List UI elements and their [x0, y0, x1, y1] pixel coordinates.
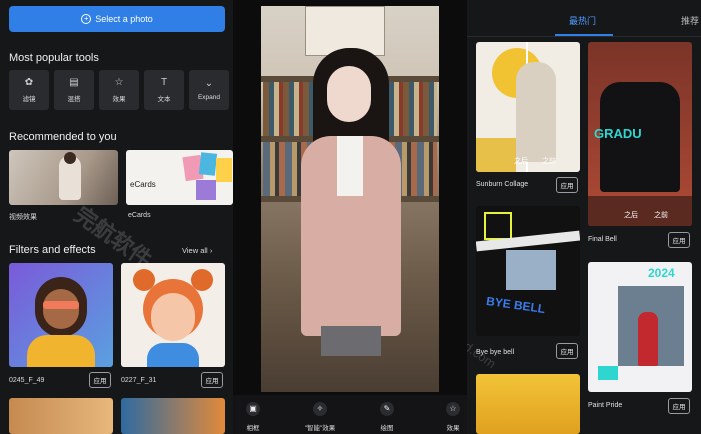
shirt [147, 343, 199, 367]
tab-most-popular[interactable]: 最热门 [569, 14, 596, 27]
ecards-thumb[interactable]: eCards [126, 150, 233, 205]
tab-frames[interactable]: ▣ 相框 [233, 402, 275, 432]
cap-graphic [598, 366, 618, 380]
tool-label: 混搭 [67, 95, 81, 103]
filter-thumb[interactable] [9, 398, 113, 434]
filter-name: 0227_F_31 [121, 377, 157, 384]
tab-recommended[interactable]: 推荐 [681, 14, 699, 27]
template-name: Sunburn Collage [476, 181, 529, 188]
view-all-label: View all [182, 246, 208, 255]
tool-filter[interactable]: ✿ 滤镜 [9, 70, 49, 110]
card-blue [198, 152, 218, 176]
tab-label: 绘图 [380, 425, 394, 432]
face [151, 293, 195, 341]
apply-button[interactable]: 应用 [556, 343, 578, 359]
face [327, 66, 371, 122]
bye-bell-graphic: BYE BELL [485, 293, 547, 317]
before-tag: 之前 [654, 212, 668, 219]
shirt [27, 335, 95, 367]
apply-button[interactable]: 应用 [556, 177, 578, 193]
person-head [64, 152, 76, 164]
tab-smart-effects[interactable]: ✧ "智能"效果 [298, 402, 342, 432]
tool-effects[interactable]: ☆ 效果 [99, 70, 139, 110]
select-photo-button[interactable]: + Select a photo [9, 6, 225, 32]
card-purple [196, 180, 216, 200]
tool-mix[interactable]: ▤ 混搭 [54, 70, 94, 110]
recommended-label: 视频效果 [9, 214, 37, 221]
main-photo [261, 6, 439, 392]
before-tag: 之前 [542, 158, 556, 165]
shirt [337, 136, 363, 196]
tab-effects[interactable]: ☆ 效果 [431, 402, 467, 432]
template-thumb[interactable]: BYE BELL [476, 206, 580, 336]
floor [588, 196, 692, 226]
tool-expand[interactable]: ⌄ Expand [189, 70, 229, 110]
star-icon: ☆ [446, 402, 460, 416]
recommended-label: eCards [128, 212, 151, 219]
person-figure [516, 62, 556, 162]
templates-panel: 最热门 推荐 之后 之前 Sunburn Collage 应用 GRADU 之后… [467, 0, 701, 434]
tools-panel: + Select a photo Most popular tools ✿ 滤镜 … [0, 0, 233, 434]
apply-button[interactable]: 应用 [201, 372, 223, 388]
tool-label: Expand [197, 94, 221, 101]
apply-button[interactable]: 应用 [668, 398, 690, 414]
star-icon: ☆ [114, 76, 124, 88]
template-name: Paint Pride [588, 402, 623, 409]
card-yellow [216, 158, 232, 182]
filter-thumb[interactable] [121, 263, 225, 367]
video-effects-thumb[interactable] [9, 150, 118, 205]
filter-icon: ✿ [24, 76, 34, 88]
view-all-link[interactable]: View all › [182, 246, 212, 255]
recommended-heading: Recommended to you [9, 131, 117, 143]
template-name: Bye bye bell [476, 349, 515, 356]
template-thumb[interactable] [476, 374, 580, 434]
frame-icon: ▣ [246, 402, 260, 416]
tab-label: "智能"效果 [304, 425, 336, 432]
after-tag: 之后 [624, 212, 638, 219]
grad-text-graphic: GRADU [594, 126, 642, 141]
ecards-card-text: eCards [130, 180, 156, 189]
sparkle-icon: ✧ [313, 402, 327, 416]
tool-text[interactable]: T 文本 [144, 70, 184, 110]
brush-icon: ✎ [380, 402, 394, 416]
sunglasses [43, 301, 79, 309]
chevron-down-icon: ⌄ [204, 78, 214, 89]
popular-tools-row: ✿ 滤镜 ▤ 混搭 ☆ 效果 T 文本 ⌄ Expand [9, 70, 229, 110]
layers-icon: ▤ [69, 76, 79, 88]
divider [467, 36, 701, 37]
red-dress [638, 312, 658, 366]
tab-label: 相框 [246, 425, 260, 432]
filter-thumb[interactable] [121, 398, 225, 434]
template-name: Final Bell [588, 236, 617, 243]
filter-thumb[interactable] [9, 263, 113, 367]
plus-icon: + [81, 14, 92, 24]
popular-tools-heading: Most popular tools [9, 52, 99, 64]
photo [506, 250, 556, 290]
template-thumb[interactable]: 2024 [588, 262, 692, 392]
template-thumb[interactable]: GRADU 之后 之前 [588, 42, 692, 226]
face [43, 289, 79, 329]
tool-label: 文本 [157, 95, 171, 103]
neon-cap [484, 212, 512, 240]
filter-name: 0245_F_49 [9, 377, 45, 384]
chevron-right-icon: › [209, 246, 213, 255]
template-thumb[interactable]: 之后 之前 [476, 42, 580, 172]
skirt [321, 326, 381, 356]
filters-heading: Filters and effects [9, 244, 96, 256]
photo-canvas: ▣ 相框 ✧ "智能"效果 ✎ 绘图 ☆ 效果 [233, 0, 467, 434]
tool-label: 滤镜 [22, 95, 36, 103]
year-graphic: 2024 [648, 266, 675, 280]
flowers [476, 138, 516, 172]
tab-drawing[interactable]: ✎ 绘图 [365, 402, 409, 432]
text-icon: T [160, 76, 168, 88]
after-tag: 之后 [514, 158, 528, 165]
tool-label: 效果 [112, 95, 126, 103]
apply-button[interactable]: 应用 [89, 372, 111, 388]
bottom-toolbar: ▣ 相框 ✧ "智能"效果 ✎ 绘图 ☆ 效果 [233, 395, 467, 434]
apply-button[interactable]: 应用 [668, 232, 690, 248]
tab-label: 效果 [446, 425, 460, 432]
select-photo-label: Select a photo [95, 14, 153, 24]
